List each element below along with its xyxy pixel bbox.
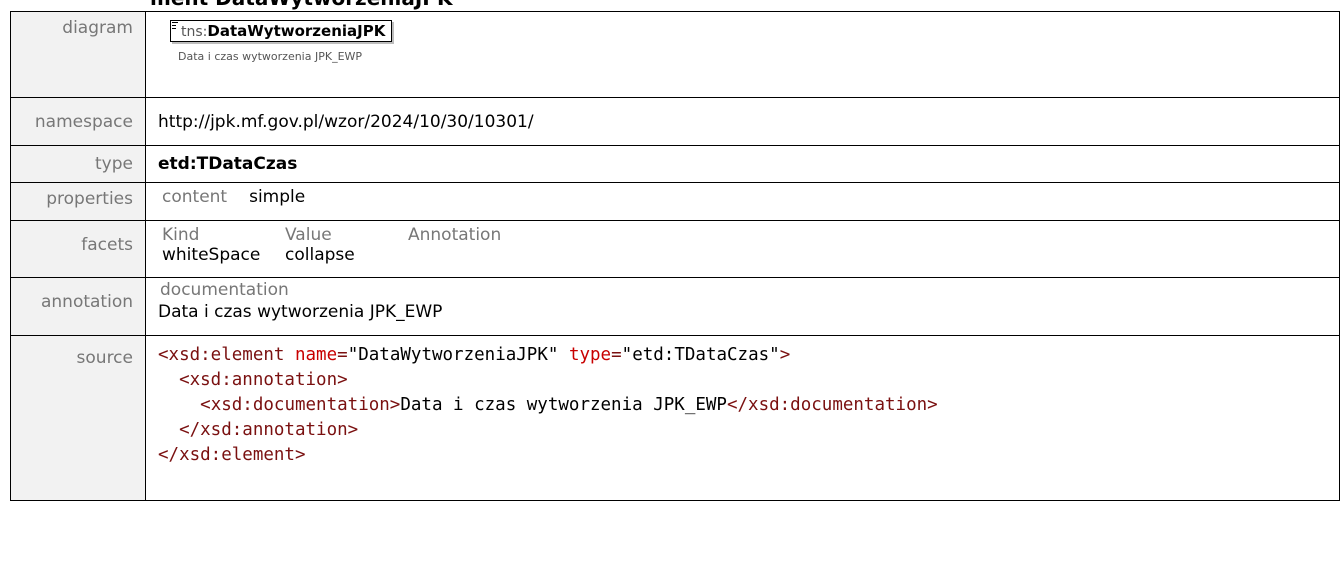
diagram-cell: tns:DataWytworzeniaJPK Data i czas wytwo… (145, 11, 1340, 98)
element-diagram-box[interactable]: tns:DataWytworzeniaJPK (170, 20, 393, 42)
row-facets: facets Kind Value Annotation whiteSpace … (10, 220, 1340, 278)
type-value[interactable]: etd:TDataCzas (145, 145, 1340, 183)
row-diagram: diagram tns:DataWytworzeniaJPK Data i cz… (10, 11, 1340, 98)
label-source: source (10, 335, 146, 501)
facets-header-annotation: Annotation (408, 225, 502, 245)
diagram-element-name: DataWytworzeniaJPK (207, 22, 386, 40)
type-link[interactable]: etd:TDataCzas (158, 154, 297, 174)
facets-header-value: Value (285, 225, 332, 245)
source-cell: <xsd:element name="DataWytworzeniaJPK" t… (145, 335, 1340, 501)
label-annotation: annotation (10, 277, 146, 336)
facets-cell: Kind Value Annotation whiteSpace collaps… (145, 220, 1340, 278)
element-doc-table: diagram tns:DataWytworzeniaJPK Data i cz… (10, 11, 1340, 501)
label-facets: facets (10, 220, 146, 278)
facets-header-kind: Kind (162, 225, 200, 245)
page-heading-fragment: ment DataWytworzeniaJPK (150, 0, 452, 10)
diagram-prefix: tns: (181, 24, 208, 40)
namespace-value: http://jpk.mf.gov.pl/wzor/2024/10/30/103… (145, 97, 1340, 146)
annotation-head: documentation (160, 280, 289, 300)
label-properties: properties (10, 182, 146, 221)
properties-key: content (162, 187, 228, 207)
row-namespace: namespace http://jpk.mf.gov.pl/wzor/2024… (10, 97, 1340, 146)
label-namespace: namespace (10, 97, 146, 146)
facet-kind: whiteSpace (162, 245, 261, 265)
source-code: <xsd:element name="DataWytworzeniaJPK" t… (158, 345, 938, 465)
row-source: source <xsd:element name="DataWytworzeni… (10, 335, 1340, 501)
annotation-cell: documentation Data i czas wytworzenia JP… (145, 277, 1340, 336)
row-type: type etd:TDataCzas (10, 145, 1340, 183)
row-properties: properties content simple (10, 182, 1340, 221)
row-annotation: annotation documentation Data i czas wyt… (10, 277, 1340, 336)
element-type-icon (172, 22, 178, 31)
properties-cell: content simple (145, 182, 1340, 221)
facet-value: collapse (285, 245, 355, 265)
properties-value: simple (249, 187, 306, 207)
facet-annotation (408, 245, 1327, 265)
diagram-annotation: Data i czas wytworzenia JPK_EWP (178, 50, 363, 63)
label-type: type (10, 145, 146, 183)
annotation-text: Data i czas wytworzenia JPK_EWP (158, 302, 443, 322)
label-diagram: diagram (10, 11, 146, 98)
